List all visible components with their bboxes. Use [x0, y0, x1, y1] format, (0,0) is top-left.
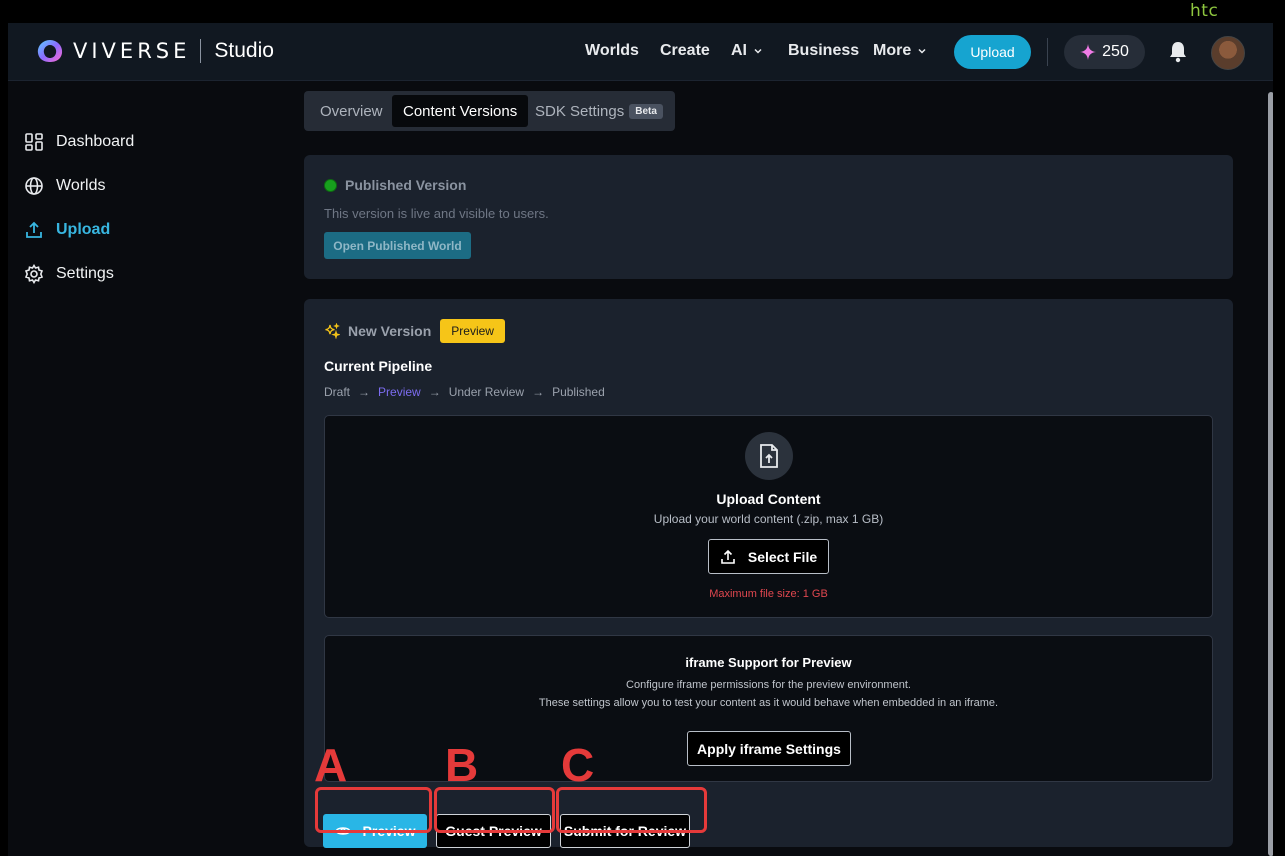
- upload-icon: [721, 549, 735, 564]
- nav-ai[interactable]: AI: [731, 42, 763, 60]
- tab-overview[interactable]: Overview: [320, 95, 383, 127]
- scrollbar-thumb[interactable]: [1268, 92, 1273, 856]
- top-navigation-bar: VIVERSE Studio Worlds Create AI Business…: [8, 23, 1273, 81]
- chevron-down-icon: [754, 48, 762, 54]
- iframe-support-title: iframe Support for Preview: [685, 655, 852, 670]
- upload-content-title: Upload Content: [716, 491, 821, 507]
- annotation-box-a: [315, 787, 432, 833]
- htc-brand: htc: [1190, 1, 1219, 21]
- upload-content-description: Upload your world content (.zip, max 1 G…: [653, 512, 884, 526]
- pipeline-steps: Draft → Preview → Under Review → Publish…: [324, 385, 605, 399]
- pipeline-step-draft: Draft: [324, 385, 351, 399]
- sidebar-item-dashboard[interactable]: Dashboard: [24, 131, 264, 153]
- iframe-support-description-2: These settings allow you to test your co…: [538, 697, 999, 709]
- published-version-card: Published Version This version is live a…: [304, 155, 1233, 279]
- tab-content-versions[interactable]: Content Versions: [392, 95, 529, 127]
- pipeline-step-published: Published: [552, 385, 605, 399]
- pipeline-arrow: →: [358, 385, 371, 399]
- sidebar: Dashboard Worlds Upload Settings: [24, 131, 264, 307]
- bell-icon[interactable]: [1167, 40, 1189, 64]
- max-file-size-warning: Maximum file size: 1 GB: [709, 588, 828, 600]
- published-version-description: This version is live and visible to user…: [324, 206, 549, 221]
- sparkles-icon: [325, 323, 340, 339]
- select-file-label: Select File: [747, 548, 818, 565]
- tab-sdk-settings-label: SDK Settings: [535, 102, 625, 120]
- status-dot-icon: [324, 178, 337, 192]
- upload-icon: [26, 221, 42, 238]
- pipeline-arrow: →: [428, 385, 441, 399]
- chevron-down-icon: [918, 48, 926, 54]
- sidebar-item-label: Settings: [56, 265, 114, 282]
- gear-icon: [24, 264, 44, 284]
- preview-status-badge: Preview: [440, 319, 505, 343]
- apply-iframe-settings-button[interactable]: Apply iframe Settings: [687, 731, 851, 766]
- published-version-title: Published Version: [345, 177, 467, 193]
- new-version-card: New Version Preview Current Pipeline Dra…: [304, 299, 1233, 848]
- pipeline-heading: Current Pipeline: [324, 358, 433, 374]
- pipeline-step-under-review: Under Review: [448, 385, 525, 399]
- annotation-label-a: A: [314, 739, 348, 791]
- credits-badge[interactable]: 250: [1064, 35, 1145, 69]
- sparkle-icon: [1080, 44, 1097, 60]
- new-version-header: New Version Preview: [324, 319, 505, 343]
- beta-badge: Beta: [629, 103, 663, 119]
- sidebar-item-label: Worlds: [56, 177, 106, 194]
- user-avatar[interactable]: [1211, 36, 1245, 70]
- open-published-world-button[interactable]: Open Published World: [324, 232, 471, 259]
- annotation-label-b: B: [445, 739, 479, 791]
- header-upload-button[interactable]: Upload: [954, 35, 1031, 69]
- upload-content-panel: Upload Content Upload your world content…: [324, 415, 1213, 618]
- pipeline-arrow: →: [532, 385, 545, 399]
- iframe-support-description-1: Configure iframe permissions for the pre…: [626, 679, 911, 691]
- nav-create[interactable]: Create: [660, 42, 710, 60]
- nav-more[interactable]: More: [873, 42, 927, 60]
- nav-more-label: More: [873, 42, 912, 59]
- select-file-button[interactable]: Select File: [708, 539, 829, 574]
- nav-ai-label: AI: [731, 42, 747, 59]
- sidebar-item-settings[interactable]: Settings: [24, 263, 264, 285]
- dashboard-icon: [25, 133, 43, 151]
- annotation-box-c: [556, 787, 707, 833]
- pipeline-step-preview: Preview: [378, 385, 421, 399]
- credits-count: 250: [1102, 43, 1129, 60]
- sidebar-item-label: Upload: [56, 221, 111, 238]
- nav-business[interactable]: Business: [788, 42, 859, 60]
- sidebar-item-worlds[interactable]: Worlds: [24, 175, 264, 197]
- published-version-header: Published Version: [324, 177, 466, 193]
- sidebar-item-label: Dashboard: [56, 133, 135, 150]
- new-version-title: New Version: [348, 323, 432, 339]
- annotation-box-b: [434, 787, 555, 833]
- tab-sdk-settings[interactable]: SDK Settings Beta: [535, 95, 663, 127]
- nav-worlds[interactable]: Worlds: [585, 42, 639, 60]
- header-divider: [1047, 38, 1048, 66]
- app-window: VIVERSE Studio Worlds Create AI Business…: [8, 23, 1273, 856]
- annotation-label-c: C: [561, 739, 595, 791]
- globe-icon: [25, 177, 43, 195]
- sidebar-item-upload[interactable]: Upload: [24, 219, 264, 241]
- file-upload-icon: [745, 432, 793, 480]
- tab-bar: Overview Content Versions SDK Settings B…: [304, 91, 675, 131]
